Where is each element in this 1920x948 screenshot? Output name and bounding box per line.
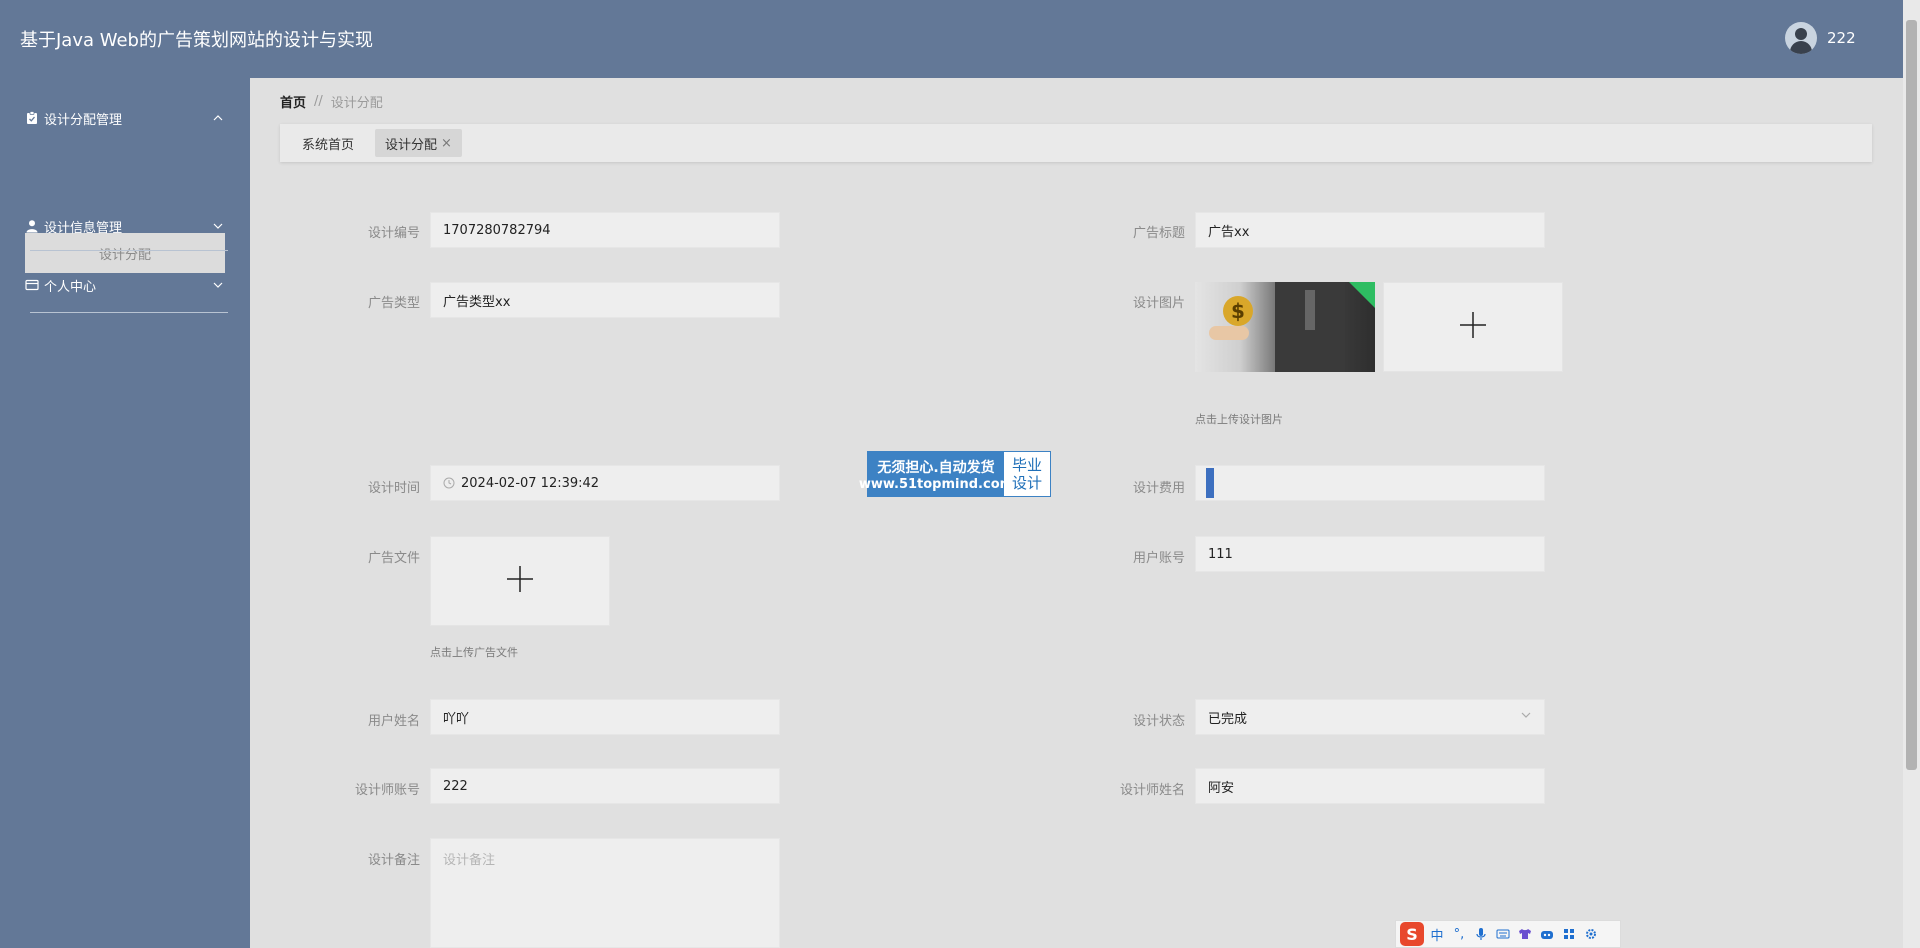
user-menu[interactable]: 222: [1785, 21, 1856, 55]
sidebar-group-label: 设计分配管理: [44, 112, 123, 128]
clock-icon: [443, 477, 455, 489]
breadcrumb-separator: //: [314, 94, 323, 109]
design-time-label: 设计时间: [367, 481, 420, 496]
sidebar-group-design-assignment[interactable]: 设计分配管理: [24, 108, 226, 128]
scrollbar-thumb[interactable]: [1906, 20, 1917, 770]
keyboard-icon[interactable]: [1494, 924, 1512, 944]
design-note-label: 设计备注: [367, 853, 420, 868]
ad-title-label: 广告标题: [1132, 226, 1185, 241]
design-image-thumbnail[interactable]: $: [1195, 282, 1375, 372]
tab-label: 系统首页: [302, 137, 355, 153]
watermark-right-top: 毕业: [1011, 456, 1042, 474]
shirt-icon[interactable]: [1516, 924, 1534, 944]
sidebar: 设计分配管理 设计分配 设计信息管理 个人中心: [0, 78, 250, 948]
image-corner-badge: [1349, 282, 1375, 308]
sidebar-group-design-info[interactable]: 设计信息管理: [24, 216, 226, 236]
design-no-field[interactable]: 1707280782794: [430, 212, 780, 248]
sidebar-group-label: 个人中心: [44, 279, 97, 295]
design-no-label: 设计编号: [367, 226, 420, 241]
plus-icon: [1458, 310, 1488, 344]
user-account-field[interactable]: 111: [1195, 536, 1545, 572]
ime-toolbar: S 中 °,: [1395, 920, 1621, 948]
sidebar-item-design-assignment[interactable]: 设计分配: [25, 233, 225, 273]
chevron-down-icon: [210, 216, 226, 236]
design-note-textarea[interactable]: 设计备注: [430, 838, 780, 948]
ad-title-field[interactable]: 广告xx: [1195, 212, 1545, 248]
chevron-up-icon: [210, 108, 226, 128]
ad-type-label: 广告类型: [367, 296, 420, 311]
user-name[interactable]: 222: [1827, 29, 1856, 47]
chevron-down-icon: [210, 275, 226, 295]
plus-icon: [505, 564, 535, 598]
ad-type-field[interactable]: 广告类型xx: [430, 282, 780, 318]
top-header: 基于Java Web的广告策划网站的设计与实现 222: [0, 0, 1903, 78]
design-status-value: 已完成: [1208, 711, 1248, 727]
text-cursor: [1206, 468, 1214, 498]
designer-account-field[interactable]: 222: [430, 768, 780, 804]
tab-design-assignment[interactable]: 设计分配 ×: [375, 129, 462, 157]
ad-file-label: 广告文件: [367, 551, 420, 566]
watermark-line2: www.51topmind.com: [858, 476, 1014, 492]
design-image-label: 设计图片: [1132, 296, 1185, 311]
tab-label: 设计分配: [385, 137, 438, 153]
sidebar-group-personal-center[interactable]: 个人中心: [24, 275, 226, 295]
grid-icon[interactable]: [1560, 924, 1578, 944]
watermark-badge[interactable]: 无须担心.自动发货 www.51topmind.com 毕业 设计: [859, 451, 1051, 497]
hand-figure: [1209, 326, 1249, 340]
settings-icon[interactable]: [1582, 924, 1600, 944]
design-time-field[interactable]: 2024-02-07 12:39:42: [430, 465, 780, 501]
design-status-label: 设计状态: [1132, 714, 1185, 729]
ad-file-hint: 点击上传广告文件: [430, 646, 518, 659]
design-fee-label: 设计费用: [1132, 481, 1185, 496]
ime-logo[interactable]: S: [1400, 922, 1424, 946]
breadcrumb-current: 设计分配: [330, 96, 383, 111]
designer-name-field[interactable]: 阿安: [1195, 768, 1545, 804]
close-icon[interactable]: ×: [441, 136, 452, 151]
mic-icon[interactable]: [1472, 924, 1490, 944]
design-image-upload[interactable]: [1383, 282, 1563, 372]
menu-divider: [30, 312, 228, 313]
clipboard-icon: [24, 110, 40, 126]
ime-mode-button[interactable]: 中: [1428, 924, 1446, 944]
ad-file-upload[interactable]: [430, 536, 610, 626]
watermark-left: 无须担心.自动发货 www.51topmind.com: [859, 452, 1013, 496]
design-image-hint: 点击上传设计图片: [1195, 413, 1283, 426]
ime-punct-button[interactable]: °,: [1450, 924, 1468, 944]
user-name-field[interactable]: 吖吖: [430, 699, 780, 735]
avatar[interactable]: [1785, 22, 1817, 54]
tab-system-home[interactable]: 系统首页: [294, 129, 362, 157]
breadcrumb-home[interactable]: 首页: [280, 92, 306, 111]
dollar-icon: $: [1223, 296, 1253, 326]
sidebar-group-label: 设计信息管理: [44, 220, 123, 236]
card-icon: [24, 277, 40, 293]
user-account-label: 用户账号: [1132, 551, 1185, 566]
menu-divider: [30, 250, 228, 251]
watermark-right: 毕业 设计: [1004, 452, 1050, 496]
tie-figure: [1305, 290, 1315, 330]
design-fee-field[interactable]: [1195, 465, 1545, 501]
watermark-right-bottom: 设计: [1011, 474, 1042, 492]
design-status-select[interactable]: 已完成: [1195, 699, 1545, 735]
designer-account-label: 设计师账号: [354, 783, 420, 798]
watermark-line1: 无须担心.自动发货: [877, 459, 995, 476]
tabs-bar: 系统首页 设计分配 ×: [280, 124, 1872, 162]
bot-icon[interactable]: [1538, 924, 1556, 944]
user-name-label: 用户姓名: [367, 714, 420, 729]
chevron-down-icon: [1520, 709, 1532, 725]
breadcrumb: 首页 // 设计分配: [280, 92, 383, 111]
app-title: 基于Java Web的广告策划网站的设计与实现: [20, 30, 373, 51]
designer-name-label: 设计师姓名: [1119, 783, 1185, 798]
user-icon: [24, 218, 40, 234]
design-time-value: 2024-02-07 12:39:42: [461, 475, 600, 491]
